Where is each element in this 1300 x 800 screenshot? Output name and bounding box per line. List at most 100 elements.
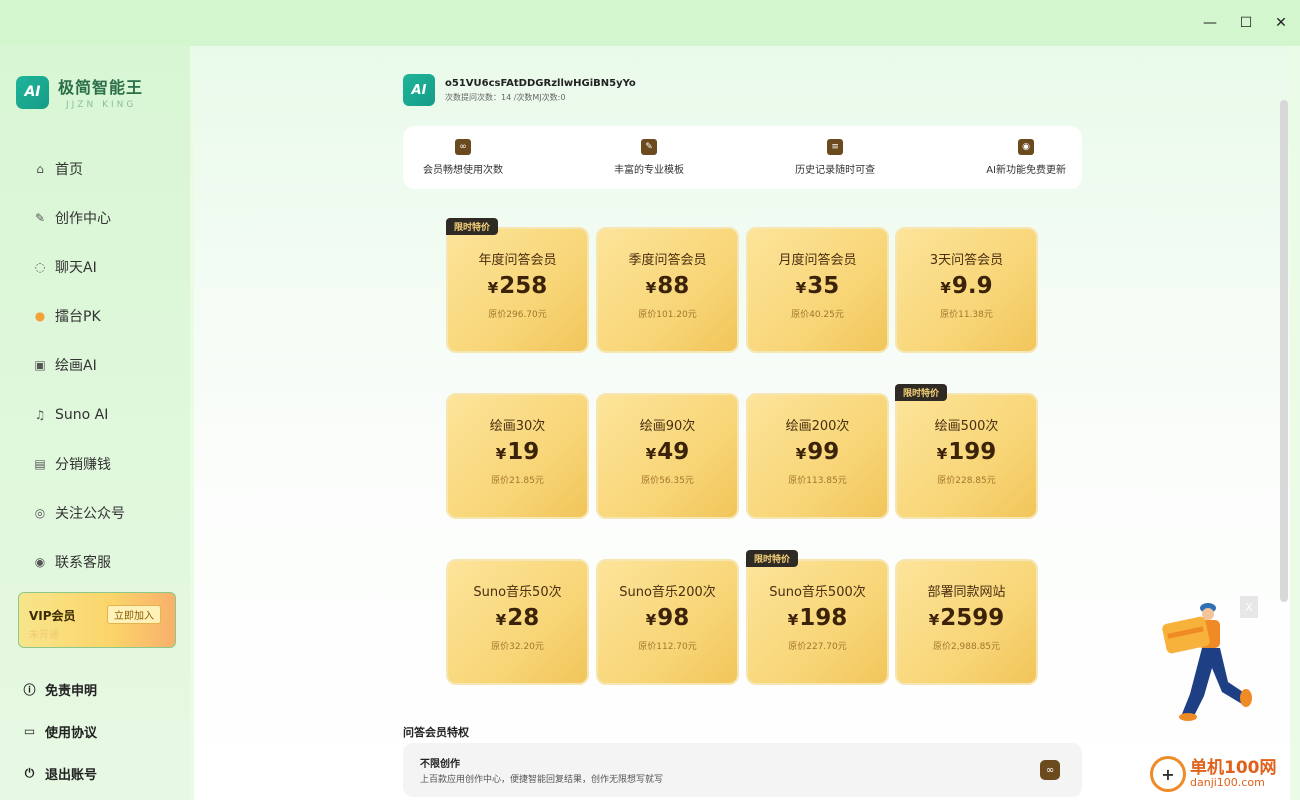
sidebar-item-chat-ai[interactable]: ◌ 聊天AI bbox=[0, 242, 190, 291]
plan-price: ¥199 bbox=[897, 439, 1036, 465]
app-subtitle: JJZN KING bbox=[66, 100, 137, 110]
plan-card[interactable]: Suno音乐500次 ¥198 原价227.70元 bbox=[746, 559, 889, 685]
plan-original-price: 原价56.35元 bbox=[641, 476, 694, 486]
sidebar-item-home[interactable]: ⌂ 首页 bbox=[0, 144, 190, 193]
plan-price-value: 199 bbox=[948, 439, 997, 465]
avatar: AI bbox=[403, 74, 435, 106]
plan-original-price: 原价113.85元 bbox=[788, 476, 847, 486]
sidebar-item-label: 分销赚钱 bbox=[55, 456, 111, 473]
plan-card[interactable]: 月度问答会员 ¥35 原价40.25元 bbox=[746, 227, 889, 353]
join-vip-button[interactable]: 立即加入 bbox=[107, 605, 161, 624]
currency-symbol: ¥ bbox=[495, 611, 507, 629]
pk-icon: ● bbox=[34, 309, 46, 324]
logout-label: 退出账号 bbox=[45, 767, 98, 783]
main-content: AI o51VU6csFAtDDGRzllwHGiBN5yYo 次数提问次数：1… bbox=[194, 46, 1290, 800]
promo-close-button[interactable]: X bbox=[1240, 596, 1258, 618]
plan-price-value: 98 bbox=[657, 605, 690, 631]
plan-price: ¥258 bbox=[448, 273, 587, 299]
edit-icon: ✎ bbox=[34, 210, 46, 225]
feature-label: AI新功能免费更新 bbox=[986, 165, 1066, 176]
sidebar-item-label: 创作中心 bbox=[55, 210, 111, 227]
music-icon: ♫ bbox=[34, 407, 46, 422]
limited-offer-badge: 限时特价 bbox=[895, 384, 947, 401]
plan-name: 绘画500次 bbox=[934, 419, 999, 434]
plan-card[interactable]: 绘画90次 ¥49 原价56.35元 bbox=[596, 393, 739, 519]
document-icon: ▭ bbox=[23, 724, 36, 738]
disclaimer-link[interactable]: ⓘ 免责申明 bbox=[22, 668, 97, 710]
sidebar-item-draw-ai[interactable]: ▣ 绘画AI bbox=[0, 341, 190, 390]
plan-price-value: 28 bbox=[507, 605, 540, 631]
plan-price: ¥49 bbox=[598, 439, 737, 465]
sidebar-item-label: 绘画AI bbox=[55, 358, 97, 375]
sidebar-item-label: 联系客服 bbox=[55, 555, 111, 572]
plan-name: 季度问答会员 bbox=[628, 253, 707, 268]
plan-price: ¥198 bbox=[748, 605, 887, 631]
plan-card[interactable]: Suno音乐200次 ¥98 原价112.70元 bbox=[596, 559, 739, 685]
scrollbar[interactable] bbox=[1280, 100, 1288, 602]
feature-item: ∞ 会员畅想使用次数 bbox=[423, 126, 503, 189]
feature-item: ◉ AI新功能免费更新 bbox=[986, 126, 1066, 189]
plan-name: 绘画200次 bbox=[785, 419, 850, 434]
sidebar-item-pk[interactable]: ● 擂台PK bbox=[0, 292, 190, 341]
wechat-icon: ◎ bbox=[34, 505, 46, 520]
plan-name: 绘画30次 bbox=[489, 419, 546, 434]
plan-price: ¥2599 bbox=[897, 605, 1036, 631]
plan-card[interactable]: 季度问答会员 ¥88 原价101.20元 bbox=[596, 227, 739, 353]
minimize-button[interactable]: — bbox=[1198, 12, 1222, 34]
feature-item: ≡ 历史记录随时可查 bbox=[795, 126, 875, 189]
sidebar-item-distribution[interactable]: ▤ 分销赚钱 bbox=[0, 439, 190, 488]
plan-original-price: 原价32.20元 bbox=[491, 642, 544, 652]
plan-card[interactable]: 3天问答会员 ¥9.9 原价11.38元 bbox=[895, 227, 1038, 353]
sidebar-item-follow-account[interactable]: ◎ 关注公众号 bbox=[0, 488, 190, 537]
infinity-icon: ∞ bbox=[1040, 760, 1060, 780]
currency-symbol: ¥ bbox=[787, 611, 799, 629]
maximize-button[interactable]: ☐ bbox=[1234, 12, 1258, 34]
feature-label: 丰富的专业模板 bbox=[614, 165, 685, 176]
plan-card[interactable]: 绘画200次 ¥99 原价113.85元 bbox=[746, 393, 889, 519]
vip-label: VIP会员 bbox=[29, 609, 76, 623]
sidebar-item-contact-support[interactable]: ◉ 联系客服 bbox=[0, 538, 190, 587]
currency-symbol: ¥ bbox=[936, 445, 948, 463]
plan-card[interactable]: 部署同款网站 ¥2599 原价2,988.85元 bbox=[895, 559, 1038, 685]
plan-price-value: 198 bbox=[799, 605, 848, 631]
plan-name: 3天问答会员 bbox=[929, 253, 1004, 268]
user-id: o51VU6csFAtDDGRzllwHGiBN5yYo bbox=[445, 77, 636, 89]
logout-link[interactable]: ⏻ 退出账号 bbox=[22, 752, 97, 794]
plan-card[interactable]: 绘画30次 ¥19 原价21.85元 bbox=[446, 393, 589, 519]
info-icon: ⓘ bbox=[23, 682, 36, 697]
vip-card[interactable]: VIP会员 未开通 立即加入 bbox=[18, 592, 176, 648]
plan-card[interactable]: Suno音乐50次 ¥28 原价32.20元 bbox=[446, 559, 589, 685]
plan-price: ¥19 bbox=[448, 439, 587, 465]
location-icon: ◉ bbox=[34, 555, 46, 570]
plan-price: ¥35 bbox=[748, 273, 887, 299]
feature-label: 会员畅想使用次数 bbox=[423, 165, 503, 176]
plan-name: Suno音乐200次 bbox=[619, 585, 716, 600]
plan-price-value: 35 bbox=[807, 273, 840, 299]
plan-name: 部署同款网站 bbox=[927, 585, 1006, 600]
plan-price: ¥98 bbox=[598, 605, 737, 631]
plan-original-price: 原价11.38元 bbox=[940, 310, 993, 320]
privilege-description: 上百款应用创作中心，便捷智能回复结果，创作无限想写就写 bbox=[420, 775, 664, 785]
privileges-title: 问答会员特权 bbox=[403, 726, 469, 739]
user-usage: 次数提问次数：14 /次数MJ次数:0 bbox=[445, 92, 566, 102]
plan-card[interactable]: 年度问答会员 ¥258 原价296.70元 bbox=[446, 227, 589, 353]
plan-name: 月度问答会员 bbox=[778, 253, 857, 268]
plan-price-value: 49 bbox=[657, 439, 690, 465]
promo-widget[interactable]: X bbox=[1158, 596, 1258, 724]
currency-symbol: ¥ bbox=[795, 279, 807, 297]
user-agreement-link[interactable]: ▭ 使用协议 bbox=[22, 710, 97, 752]
plan-card[interactable]: 绘画500次 ¥199 原价228.85元 bbox=[895, 393, 1038, 519]
image-icon: ▣ bbox=[34, 358, 46, 373]
currency-symbol: ¥ bbox=[495, 445, 507, 463]
plan-name: 年度问答会员 bbox=[478, 253, 557, 268]
sidebar-item-creation[interactable]: ✎ 创作中心 bbox=[0, 193, 190, 242]
user-agreement-label: 使用协议 bbox=[45, 725, 98, 741]
privilege-card: 不限创作 上百款应用创作中心，便捷智能回复结果，创作无限想写就写 ∞ bbox=[403, 743, 1082, 797]
template-icon: ✎ bbox=[641, 139, 658, 155]
plan-original-price: 原价296.70元 bbox=[488, 310, 547, 320]
sidebar-item-label: 关注公众号 bbox=[55, 505, 125, 522]
plan-original-price: 原价101.20元 bbox=[638, 310, 697, 320]
close-button[interactable]: ✕ bbox=[1269, 12, 1293, 34]
sidebar-item-suno-ai[interactable]: ♫ Suno AI bbox=[0, 390, 190, 439]
plan-price: ¥99 bbox=[748, 439, 887, 465]
